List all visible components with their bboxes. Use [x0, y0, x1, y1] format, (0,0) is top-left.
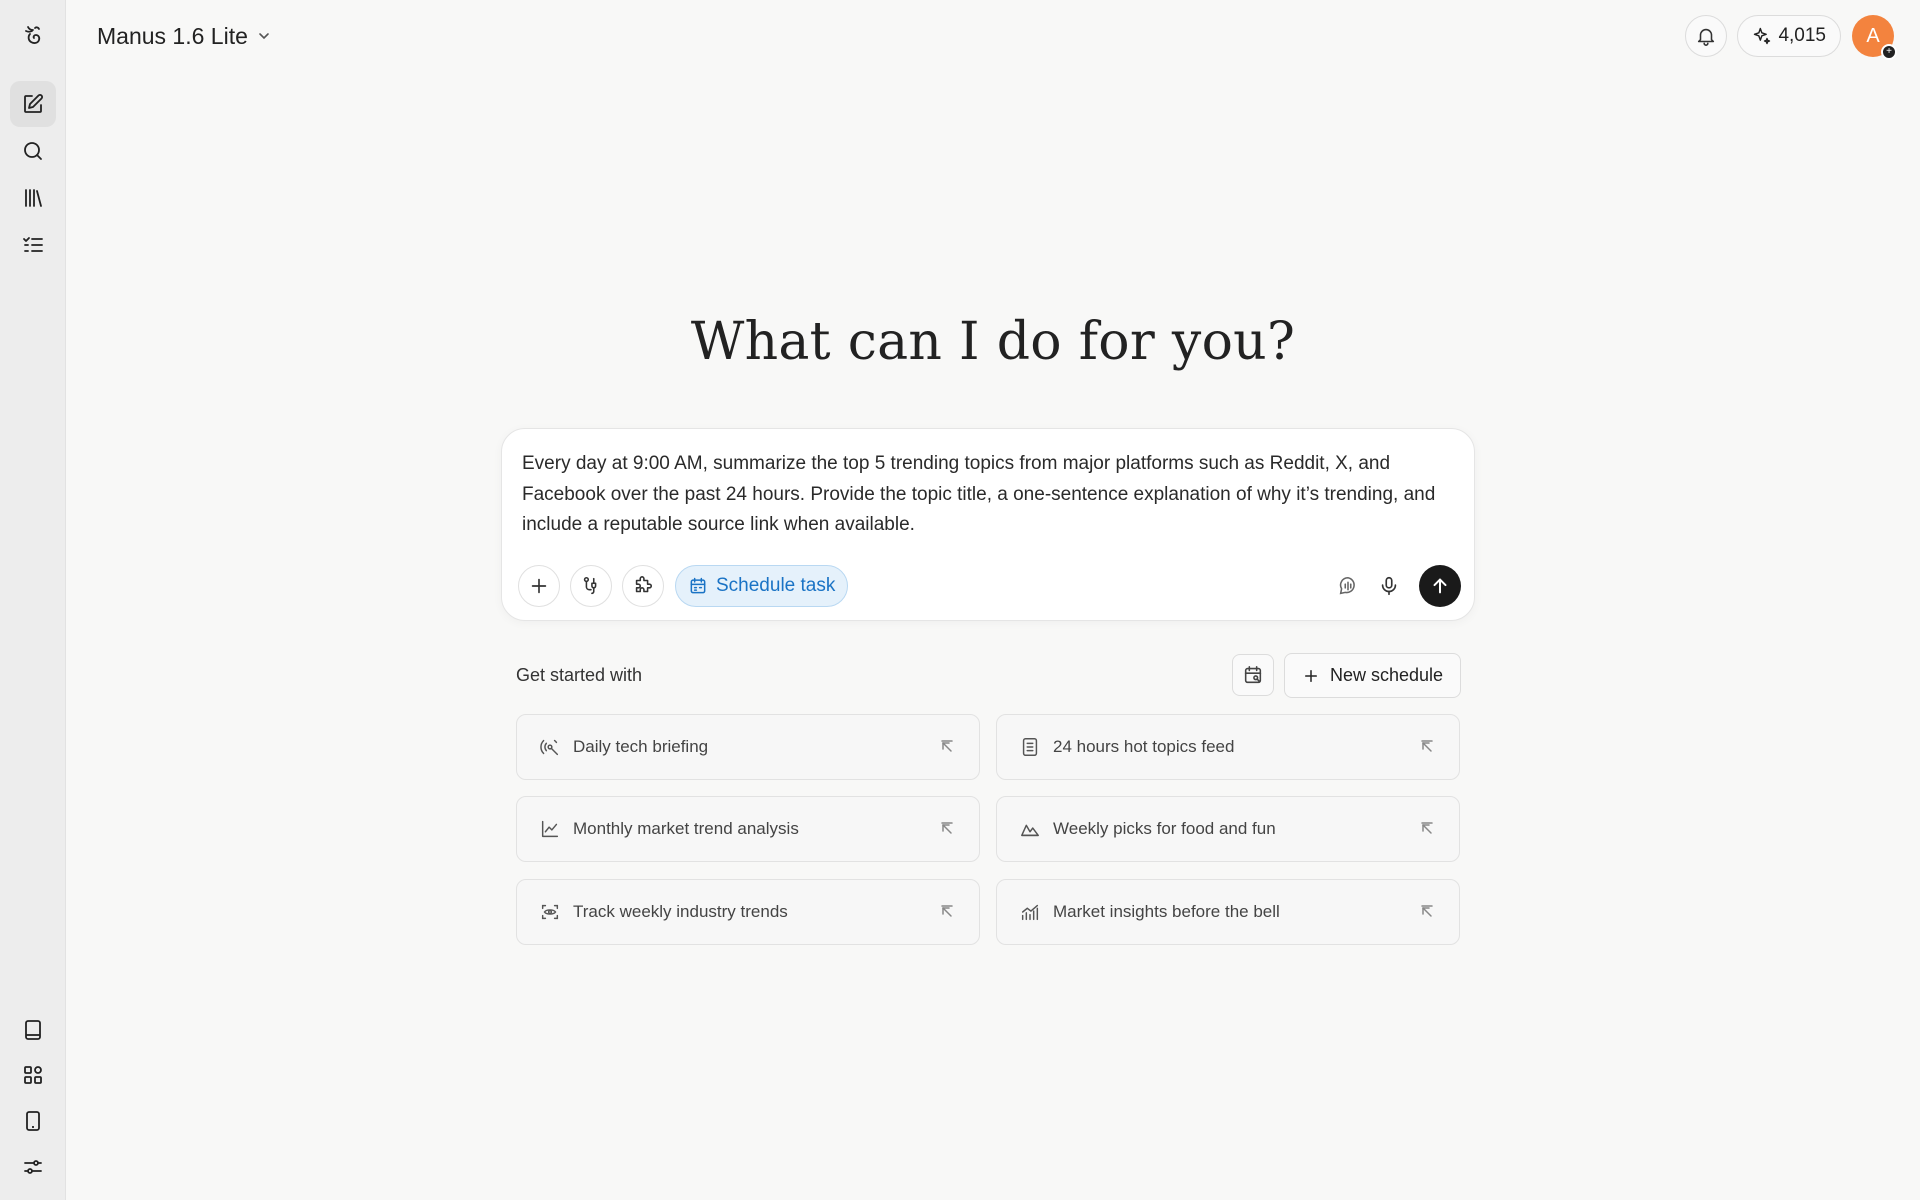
arrow-up-left-icon [1419, 821, 1435, 837]
bar-trend-icon [1018, 900, 1042, 924]
calendar-search-icon [1244, 665, 1262, 684]
avatar[interactable]: A + [1852, 15, 1897, 60]
suggestion-card-hot-topics-feed[interactable]: 24 hours hot topics feed [996, 714, 1460, 780]
bell-icon [1698, 28, 1715, 46]
page-title: What can I do for you? [690, 312, 1296, 372]
new-schedule-button[interactable]: New schedule [1284, 653, 1461, 698]
settings-sliders-icon[interactable] [10, 1144, 56, 1190]
line-chart-icon [538, 817, 562, 841]
satellite-icon [538, 735, 562, 759]
new-schedule-label: New schedule [1329, 665, 1444, 685]
arrow-up-left-icon [1419, 739, 1435, 755]
sparkle-icon [1754, 27, 1771, 45]
book-icon[interactable] [10, 1007, 56, 1053]
credits-button[interactable]: 4,015 [1737, 15, 1841, 57]
focus-eye-icon [538, 900, 562, 924]
arrow-up-icon [1433, 578, 1447, 594]
suggestion-card-market-insights[interactable]: Market insights before the bell [996, 879, 1460, 945]
arrow-up-left-icon [939, 904, 955, 920]
card-label: Monthly market trend analysis [573, 819, 799, 838]
plus-icon [1304, 669, 1317, 682]
connectors-button[interactable] [570, 565, 612, 607]
notifications-button[interactable] [1685, 15, 1728, 57]
mountain-icon [1018, 817, 1042, 841]
card-label: Weekly picks for food and fun [1053, 819, 1276, 838]
card-label: 24 hours hot topics feed [1053, 737, 1235, 756]
mobile-icon[interactable] [10, 1098, 56, 1144]
card-label: Market insights before the bell [1053, 902, 1280, 921]
microphone-icon[interactable] [1373, 570, 1405, 602]
credits-count: 4,015 [1778, 25, 1826, 46]
arrow-up-left-icon [1419, 904, 1435, 920]
sidebar [0, 0, 66, 1200]
schedule-task-label: Schedule task [716, 575, 836, 596]
plus-badge-icon: + [1881, 44, 1897, 60]
schedule-task-chip[interactable]: Schedule task [675, 565, 849, 607]
connector-icon [583, 576, 597, 595]
puzzle-icon [635, 576, 653, 593]
arrow-up-left-icon [939, 821, 955, 837]
model-name: Manus 1.6 Lite [97, 22, 248, 49]
suggestion-card-market-trend[interactable]: Monthly market trend analysis [516, 796, 980, 862]
new-task-icon[interactable] [10, 81, 56, 127]
add-attachment-button[interactable] [518, 565, 560, 607]
card-label: Daily tech briefing [573, 737, 709, 756]
library-icon[interactable] [10, 175, 56, 221]
suggestion-card-industry-trends[interactable]: Track weekly industry trends [516, 879, 980, 945]
suggestion-card-daily-tech-briefing[interactable]: Daily tech briefing [516, 714, 980, 780]
get-started-label: Get started with [516, 665, 643, 685]
tasks-list-icon[interactable] [10, 222, 56, 268]
model-selector[interactable]: Manus 1.6 Lite [97, 20, 272, 52]
plus-icon [531, 578, 547, 594]
chevron-down-icon [259, 33, 269, 40]
apps-grid-icon[interactable] [10, 1052, 56, 1098]
suggestion-card-food-and-fun[interactable]: Weekly picks for food and fun [996, 796, 1460, 862]
document-icon [1018, 735, 1042, 759]
view-schedules-button[interactable] [1232, 654, 1274, 696]
calendar-icon [690, 577, 706, 594]
voice-chat-icon[interactable] [1332, 570, 1364, 602]
arrow-up-left-icon [939, 739, 955, 755]
prompt-input[interactable]: Every day at 9:00 AM, summarize the top … [522, 449, 1452, 541]
prompt-composer: Every day at 9:00 AM, summarize the top … [501, 428, 1475, 621]
manus-logo-icon[interactable] [10, 12, 56, 58]
card-label: Track weekly industry trends [573, 902, 788, 921]
search-icon[interactable] [10, 128, 56, 174]
send-button[interactable] [1419, 565, 1461, 607]
plugins-button[interactable] [622, 565, 664, 607]
